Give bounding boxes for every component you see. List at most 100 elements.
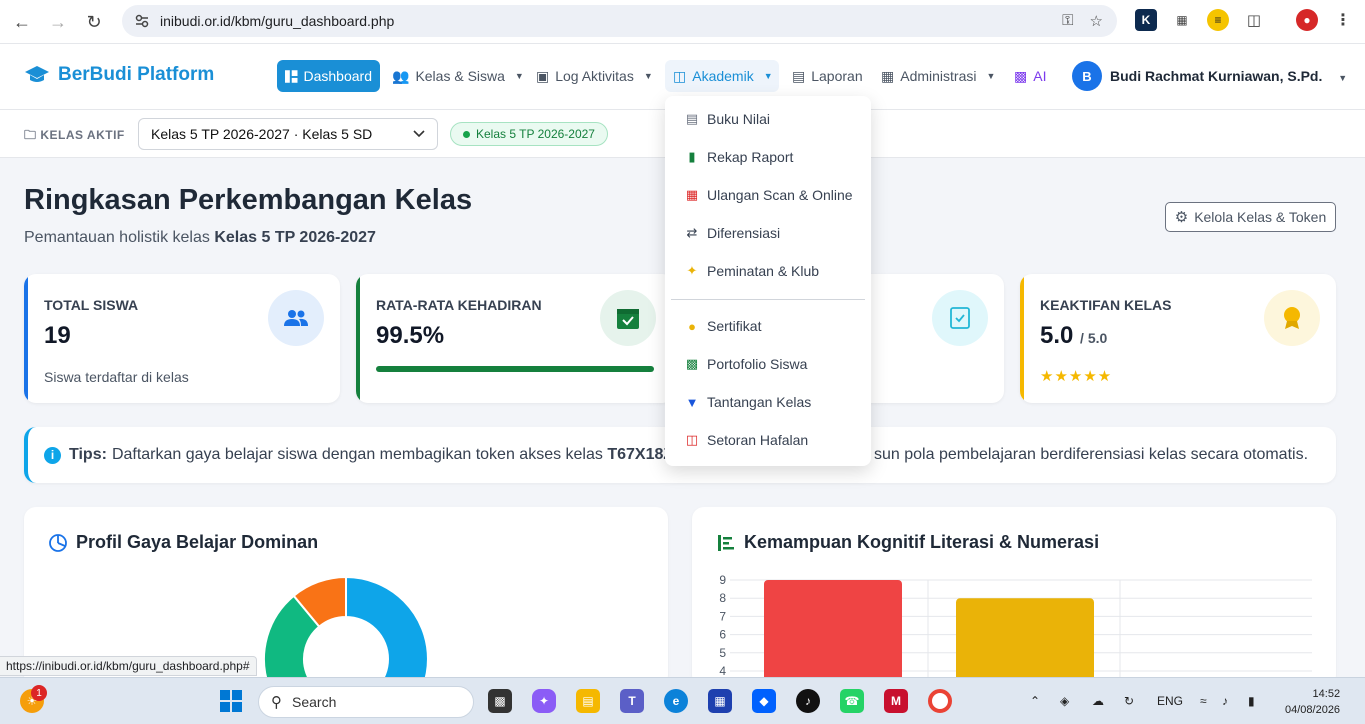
card-label: TOTAL SISWA xyxy=(44,297,139,313)
file-explorer-icon[interactable]: ▤ xyxy=(576,689,600,713)
wifi-icon[interactable]: ≈ xyxy=(1200,694,1207,708)
subtitle-class: Kelas 5 TP 2026-2027 xyxy=(214,229,376,246)
windows-start-icon[interactable] xyxy=(219,689,243,713)
qr-extension-icon[interactable]: ▦ xyxy=(1171,9,1193,31)
menu-item-buku-nilai[interactable]: ▤ Buku Nilai xyxy=(685,109,770,129)
battery-icon[interactable]: ▮ xyxy=(1248,694,1255,708)
dropbox-icon[interactable]: ◆ xyxy=(752,689,776,713)
card-accent xyxy=(24,274,28,403)
language-indicator[interactable]: ENG xyxy=(1157,694,1183,708)
menu-item-portofolio[interactable]: ▩ Portofolio Siswa xyxy=(685,354,808,374)
extension-coin-icon[interactable]: ≡ xyxy=(1207,9,1229,31)
extensions-puzzle-icon[interactable]: ◫ xyxy=(1243,9,1265,31)
file-report-icon: ▮ xyxy=(688,149,696,164)
menu-item-peminatan-klub[interactable]: ✦ Peminatan & Klub xyxy=(685,261,820,281)
donut-slice xyxy=(345,575,429,687)
caret-down-icon: ▼ xyxy=(1338,73,1348,83)
nav-laporan[interactable]: ▤ Laporan xyxy=(784,60,871,92)
menu-item-sertifikat[interactable]: ● Sertifikat xyxy=(685,316,761,336)
tiktok-icon[interactable]: ♪ xyxy=(796,689,820,713)
whatsapp-icon[interactable]: ☎ xyxy=(840,689,864,713)
menu-item-diferensiasi[interactable]: ⇄ Diferensiasi xyxy=(685,223,781,243)
card-total-siswa: TOTAL SISWA 19 Siswa terdaftar di kelas xyxy=(24,274,340,403)
tray-chevron-icon[interactable]: ⌃ xyxy=(1030,694,1040,708)
password-key-icon[interactable]: ⚿ xyxy=(1062,12,1073,30)
nav-dashboard-label: Dashboard xyxy=(303,68,373,84)
url-text: inibudi.or.id/kbm/guru_dashboard.php xyxy=(160,13,395,29)
nav-akademik-label: Akademik xyxy=(692,68,754,84)
manage-class-token-button[interactable]: ⚙ Kelola Kelas & Token xyxy=(1165,202,1336,232)
taskbar-search[interactable]: ⚲ Search xyxy=(258,686,474,718)
card-label: RATA-RATA KEHADIRAN xyxy=(376,297,542,313)
book-icon: ◫ xyxy=(673,67,687,84)
site-settings-icon[interactable] xyxy=(134,13,150,29)
class-badge-label: Kelas 5 TP 2026-2027 xyxy=(476,127,595,141)
trophy-icon: ▼ xyxy=(685,394,699,410)
building-icon: ▦ xyxy=(881,67,895,84)
address-bar[interactable]: inibudi.or.id/kbm/guru_dashboard.php ⚿ ☆ xyxy=(122,5,1117,37)
nav-akademik[interactable]: ◫ Akademik ▼ xyxy=(665,60,779,92)
tray-cloud-icon[interactable]: ☁ xyxy=(1092,694,1104,708)
card-kehadiran: RATA-RATA KEHADIRAN 99.5% xyxy=(356,274,674,403)
user-name: Budi Rachmat Kurniawan, S.Pd. xyxy=(1110,68,1323,84)
browser-menu-icon[interactable]: ⋮ xyxy=(1332,9,1354,31)
status-dot-icon xyxy=(463,130,470,138)
volume-icon[interactable]: ♪ xyxy=(1222,694,1228,708)
bar xyxy=(956,598,1094,687)
tray-vpn-icon[interactable]: ◈ xyxy=(1060,694,1069,708)
learning-style-donut-chart xyxy=(263,575,429,687)
nav-laporan-label: Laporan xyxy=(811,68,863,84)
checklist-icon xyxy=(932,290,988,346)
caret-down-icon: ▼ xyxy=(986,71,996,81)
menu-item-label: Peminatan & Klub xyxy=(707,263,820,279)
y-tick-label: 7 xyxy=(719,609,726,623)
menu-item-rekap-raport[interactable]: ▮ Rekap Raport xyxy=(685,147,793,167)
menu-item-tantangan[interactable]: ▼ Tantangan Kelas xyxy=(685,392,812,412)
user-avatar[interactable]: B xyxy=(1072,61,1102,91)
store-icon[interactable]: ▦ xyxy=(708,689,732,713)
award-icon xyxy=(1264,290,1320,346)
user-menu[interactable]: Budi Rachmat Kurniawan, S.Pd. ▼ xyxy=(1110,68,1347,84)
activity-max: / 5.0 xyxy=(1080,330,1108,346)
forward-icon[interactable]: → xyxy=(40,4,76,40)
search-placeholder: Search xyxy=(292,694,337,710)
nav-administrasi[interactable]: ▦ Administrasi ▼ xyxy=(873,60,1003,92)
caret-down-icon: ▼ xyxy=(514,71,524,81)
chrome-icon[interactable] xyxy=(928,689,952,713)
menu-item-ulangan-scan[interactable]: ▦ Ulangan Scan & Online xyxy=(685,185,853,205)
tray-sync-icon[interactable]: ↻ xyxy=(1124,694,1134,708)
nav-log-aktivitas[interactable]: ▣ Log Aktivitas ▼ xyxy=(528,60,661,92)
bar-list-icon xyxy=(718,534,734,551)
reload-icon[interactable]: ↻ xyxy=(76,4,112,40)
nav-ai[interactable]: ▩ AI xyxy=(1006,60,1054,92)
users-icon: 👥 xyxy=(392,67,410,84)
y-tick-label: 6 xyxy=(719,628,726,642)
right-panel-title: Kemampuan Kognitif Literasi & Numerasi xyxy=(744,532,1100,552)
extension-k-icon[interactable]: K xyxy=(1135,9,1157,31)
menu-item-label: Ulangan Scan & Online xyxy=(707,187,853,203)
mcafee-icon[interactable]: M xyxy=(884,689,908,713)
tips-label: Tips: xyxy=(69,446,107,463)
edge-icon[interactable]: e xyxy=(664,689,688,713)
copilot-icon[interactable]: ✦ xyxy=(532,689,556,713)
class-select[interactable]: Kelas 5 TP 2026-2027 · Kelas 5 SD xyxy=(138,118,438,150)
taskbar-clock[interactable]: 14:52 04/08/2026 xyxy=(1285,686,1340,718)
brand-logo[interactable]: BerBudi Platform xyxy=(24,64,214,86)
left-panel-title: Profil Gaya Belajar Dominan xyxy=(76,532,319,552)
back-icon[interactable]: ← xyxy=(4,4,40,40)
caret-down-icon: ▼ xyxy=(643,71,653,81)
graduation-cap-icon xyxy=(25,66,49,82)
menu-item-setoran-hafalan[interactable]: ◫ Setoran Hafalan xyxy=(685,430,808,450)
browser-toolbar: ← → ↻ inibudi.or.id/kbm/guru_dashboard.p… xyxy=(0,0,1365,44)
nav-kelas-siswa[interactable]: 👥 Kelas & Siswa ▼ xyxy=(384,60,532,92)
bookmark-star-icon[interactable]: ☆ xyxy=(1090,12,1103,30)
folder-icon: 🗀 xyxy=(24,128,37,142)
search-icon: ⚲ xyxy=(271,694,282,711)
card-keaktifan: KEAKTIFAN KELAS 5.0 / 5.0 ★★★★★ xyxy=(1020,274,1336,403)
teams-icon[interactable]: T xyxy=(620,689,644,713)
profile-avatar-icon[interactable]: ● xyxy=(1296,9,1318,31)
task-view-icon[interactable]: ▩ xyxy=(488,689,512,713)
calendar-check-icon: ▣ xyxy=(536,67,550,84)
calendar-check-icon xyxy=(600,290,656,346)
nav-dashboard[interactable]: Dashboard xyxy=(277,60,380,92)
